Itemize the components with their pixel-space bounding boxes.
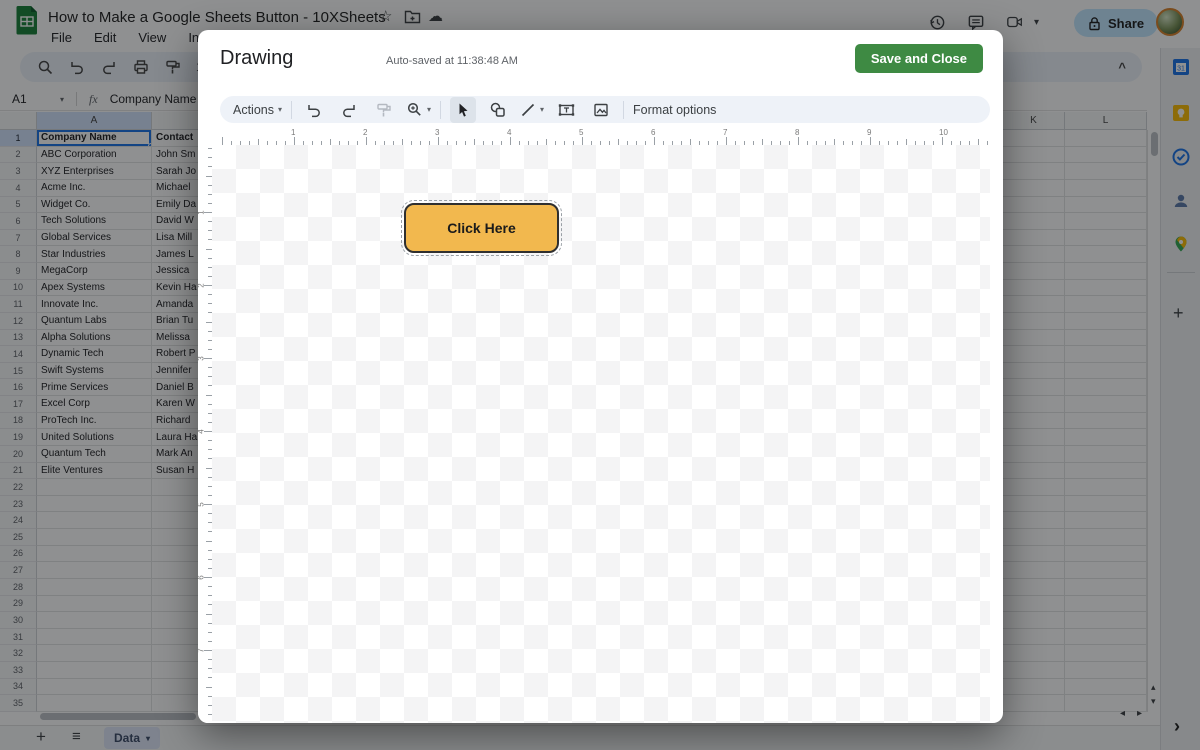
actions-label: Actions xyxy=(233,103,274,117)
drawing-toolbar: Actions ▾ ▾ xyxy=(220,96,990,123)
line-dropdown-icon: ▾ xyxy=(540,105,544,114)
horizontal-ruler: 1 2 3 4 5 6 7 8 9 10 xyxy=(212,128,990,145)
divider xyxy=(291,101,292,119)
ruler-tick xyxy=(942,137,943,145)
app-root: How to Make a Google Sheets Button - 10X… xyxy=(0,0,1200,750)
format-options-button[interactable]: Format options xyxy=(633,103,716,117)
paint-format-icon[interactable] xyxy=(371,97,397,123)
format-options-label: Format options xyxy=(633,103,716,117)
ruler-number: 10 xyxy=(939,128,948,137)
text-box-tool-icon[interactable] xyxy=(553,97,579,123)
ruler-tick xyxy=(366,137,367,145)
actions-dropdown-icon: ▾ xyxy=(278,105,282,114)
ruler-tick xyxy=(510,137,511,145)
ruler-number: 6 xyxy=(198,575,206,579)
actions-menu[interactable]: Actions ▾ xyxy=(233,103,282,117)
ruler-tick xyxy=(294,137,295,145)
ruler-number: 7 xyxy=(198,648,206,652)
ruler-number: 5 xyxy=(579,128,583,137)
ruler-tick xyxy=(870,137,871,145)
zoom-tool[interactable]: ▾ xyxy=(406,101,431,118)
ruler-tick xyxy=(726,137,727,145)
ruler-number: 2 xyxy=(198,283,206,287)
autosave-status: Auto-saved at 11:38:48 AM xyxy=(386,55,518,67)
shape-tool-icon[interactable] xyxy=(485,97,511,123)
divider xyxy=(440,101,441,119)
undo-icon[interactable] xyxy=(301,97,327,123)
ruler-tick xyxy=(438,137,439,145)
ruler-tick xyxy=(222,137,223,145)
ruler-tick xyxy=(798,137,799,145)
drawn-button-label: Click Here xyxy=(447,220,515,236)
drawing-canvas[interactable]: Click Here xyxy=(212,145,990,723)
vertical-ruler: 1 2 3 4 5 6 7 xyxy=(198,145,212,723)
ruler-number: 7 xyxy=(723,128,727,137)
save-and-close-button[interactable]: Save and Close xyxy=(855,44,983,73)
ruler-number: 3 xyxy=(198,356,206,360)
ruler-number: 1 xyxy=(291,128,295,137)
zoom-dropdown-icon: ▾ xyxy=(427,105,431,114)
ruler-number: 4 xyxy=(507,128,511,137)
redo-icon[interactable] xyxy=(336,97,362,123)
drawn-button-shape[interactable]: Click Here xyxy=(404,203,559,253)
divider xyxy=(623,101,624,119)
insert-image-icon[interactable] xyxy=(588,97,614,123)
ruler-tick xyxy=(654,137,655,145)
ruler-number: 9 xyxy=(867,128,871,137)
line-tool[interactable]: ▾ xyxy=(520,102,544,118)
ruler-number: 3 xyxy=(435,128,439,137)
ruler-number: 2 xyxy=(363,128,367,137)
select-tool-icon[interactable] xyxy=(450,97,476,123)
dialog-title: Drawing xyxy=(220,47,293,70)
ruler-number: 8 xyxy=(795,128,799,137)
ruler-number: 1 xyxy=(198,210,206,214)
ruler-number: 4 xyxy=(198,429,206,433)
ruler-tick xyxy=(582,137,583,145)
drawing-dialog: Drawing Auto-saved at 11:38:48 AM Save a… xyxy=(198,30,1003,723)
ruler-number: 6 xyxy=(651,128,655,137)
ruler-number: 5 xyxy=(198,502,206,506)
